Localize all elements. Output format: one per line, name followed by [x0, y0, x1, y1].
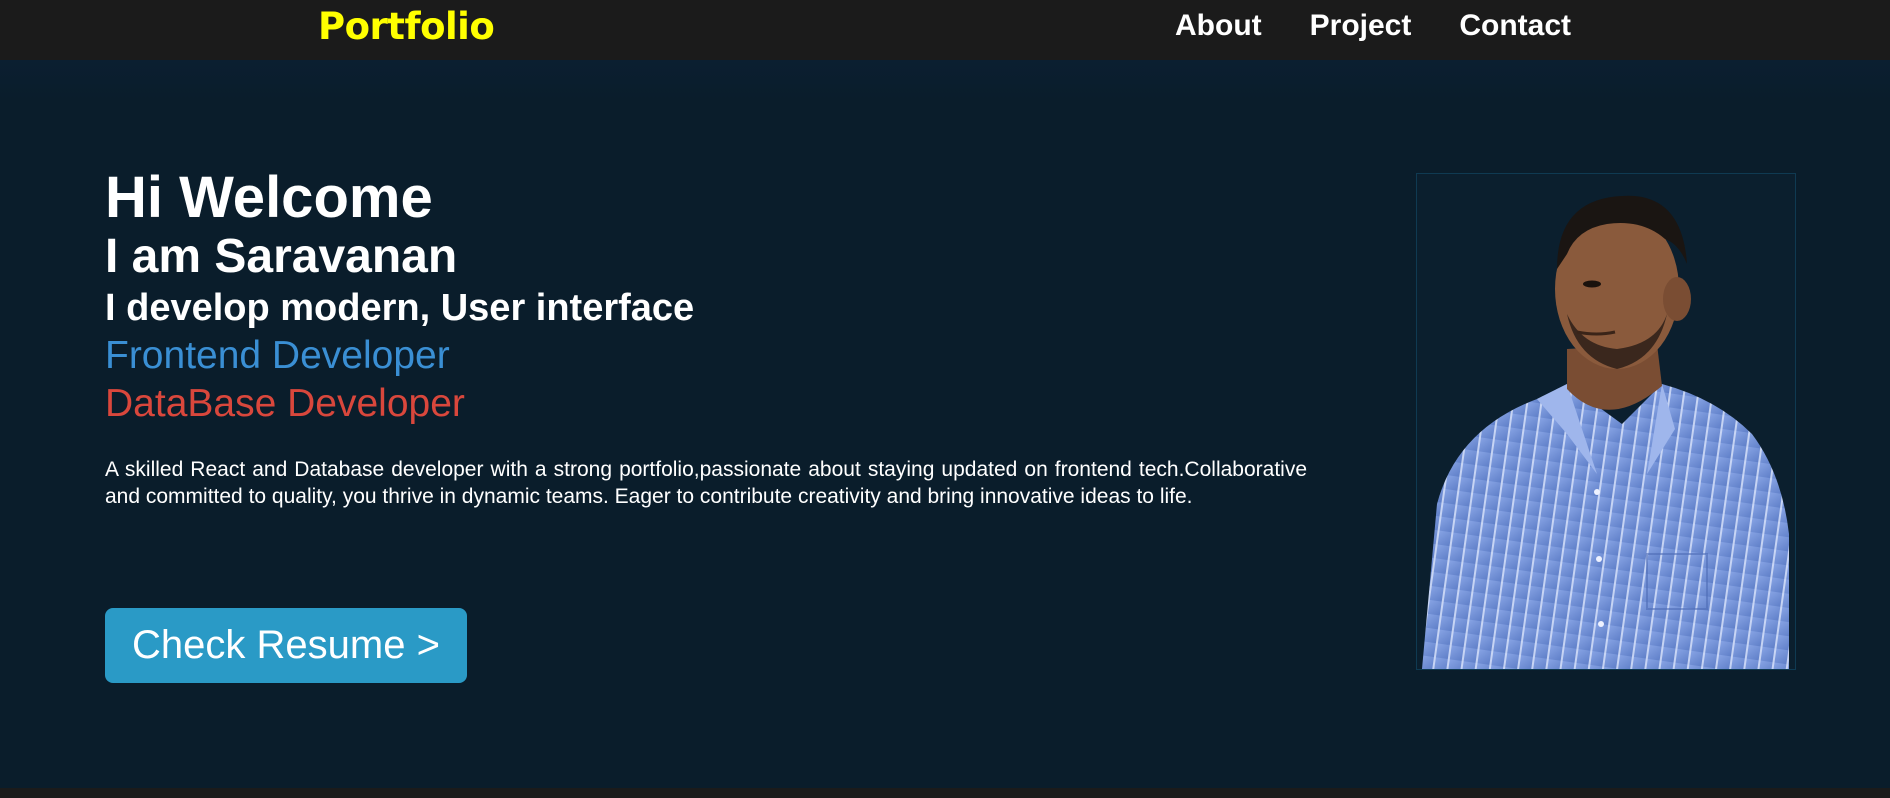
- role-frontend: Frontend Developer: [105, 334, 450, 377]
- brand-logo[interactable]: Portfolio: [318, 5, 495, 48]
- welcome-heading: Hi Welcome: [105, 165, 433, 230]
- top-navbar: Portfolio About Project Contact: [0, 0, 1890, 60]
- person-portrait-icon: [1422, 195, 1789, 669]
- hero-section: Hi Welcome I am Saravanan I develop mode…: [0, 60, 1890, 788]
- hero-text: Hi Welcome I am Saravanan I develop mode…: [105, 166, 1310, 531]
- nav-link-about[interactable]: About: [1175, 8, 1262, 44]
- name-heading: I am Saravanan: [105, 230, 458, 283]
- nav-link-project[interactable]: Project: [1310, 8, 1412, 44]
- bio-paragraph: A skilled React and Database developer w…: [105, 458, 1307, 508]
- tagline-heading: I develop modern, User interface: [105, 287, 695, 329]
- nav-links: About Project Contact: [1175, 8, 1571, 44]
- profile-photo: [1416, 173, 1796, 670]
- nav-link-contact[interactable]: Contact: [1459, 8, 1571, 44]
- footer-strip: [0, 788, 1890, 798]
- check-resume-button[interactable]: Check Resume >: [105, 608, 467, 683]
- role-database: DataBase Developer: [105, 382, 465, 425]
